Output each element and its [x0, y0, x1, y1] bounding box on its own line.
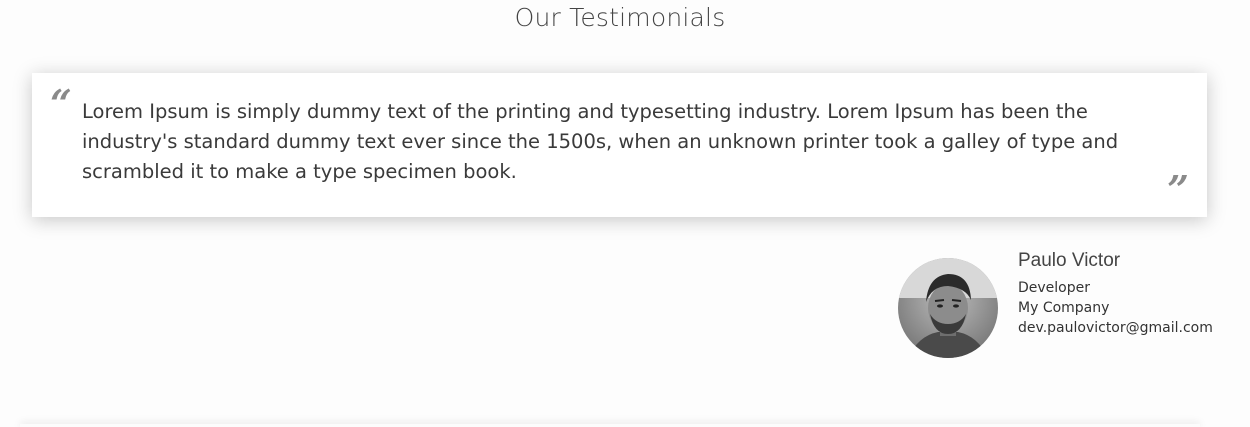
testimonial-author: Paulo Victor Developer My Company dev.pa…: [898, 250, 1213, 358]
user-photo-icon: [898, 258, 998, 358]
testimonial-card: “ Lorem Ipsum is simply dummy text of th…: [32, 73, 1207, 217]
author-info: Paulo Victor Developer My Company dev.pa…: [1018, 250, 1213, 338]
close-quote-icon: ”: [1167, 167, 1189, 212]
section-title: Our Testimonials: [514, 3, 726, 32]
testimonial-text: Lorem Ipsum is simply dummy text of the …: [82, 100, 1119, 183]
open-quote-icon: “: [50, 81, 72, 126]
author-company: My Company: [1018, 300, 1110, 316]
author-name: Paulo Victor: [1018, 250, 1121, 271]
avatar: [898, 258, 998, 358]
author-email: dev.paulovictor@gmail.com: [1018, 320, 1213, 336]
testimonials-section: Our Testimonials “ Lorem Ipsum is simply…: [0, 0, 1250, 427]
author-role: Developer: [1018, 280, 1091, 296]
